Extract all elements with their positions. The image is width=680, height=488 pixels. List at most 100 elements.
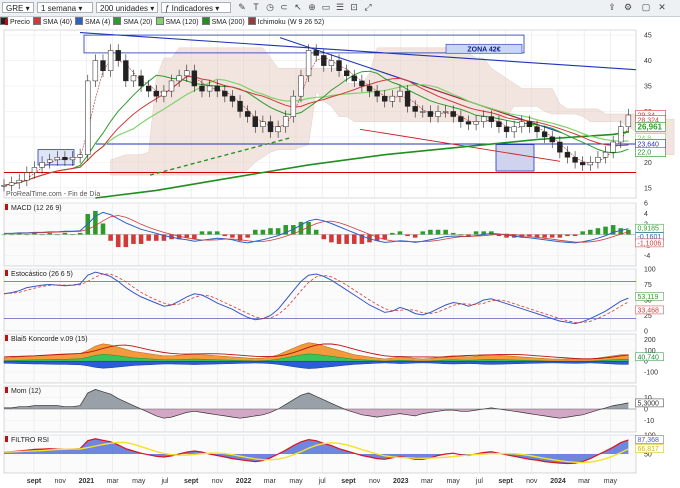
y-tick-label: -10 — [644, 418, 654, 425]
price-candle — [100, 60, 106, 71]
price-candle — [39, 162, 45, 168]
price-candle — [351, 75, 357, 82]
price-candle — [161, 90, 167, 97]
price-candle — [382, 95, 388, 102]
price-candle — [130, 75, 137, 82]
x-tick-label: nov — [212, 478, 224, 485]
price-candle — [313, 50, 319, 56]
price-candle — [359, 80, 365, 87]
price-candle — [176, 75, 182, 82]
indicator-value-label: 0,9185 — [638, 226, 660, 233]
price-candle — [328, 60, 335, 66]
macd-histogram-bar — [443, 229, 448, 235]
macd-histogram-bar — [24, 234, 30, 236]
price-candle — [69, 157, 76, 161]
macd-histogram-bar — [230, 234, 235, 238]
macd-histogram-bar — [62, 232, 68, 235]
price-candle — [8, 182, 15, 186]
indicator-value-label: 66,817 — [638, 446, 660, 453]
price-candle — [229, 95, 236, 102]
x-tick-label: 2021 — [79, 478, 95, 485]
price-candle — [123, 60, 129, 82]
macd-histogram-bar — [115, 234, 121, 248]
x-tick-label: jul — [160, 478, 168, 485]
price-candle — [85, 80, 91, 155]
panel-toggle-icon — [5, 270, 8, 276]
price-candle — [283, 116, 289, 127]
macd-histogram-bar — [154, 234, 159, 241]
y-tick-label: 200 — [644, 337, 656, 344]
panel-title: FILTRO RSI — [11, 437, 49, 444]
macd-histogram-bar — [146, 234, 151, 241]
macd-histogram-bar — [199, 231, 205, 235]
price-candle — [420, 111, 426, 113]
price-candle — [222, 90, 228, 97]
price-candle — [473, 121, 479, 125]
price-candle — [625, 114, 632, 127]
macd-histogram-bar — [382, 234, 388, 240]
price-candle — [191, 70, 198, 87]
price-candle — [572, 157, 578, 163]
price-candle — [138, 75, 144, 87]
price-candle — [184, 70, 190, 77]
macd-histogram-bar — [306, 221, 311, 235]
macd-histogram-bar — [549, 234, 555, 238]
y-tick-label: 75 — [644, 282, 652, 289]
macd-histogram-bar — [603, 226, 608, 235]
x-tick-label: 2022 — [236, 478, 252, 485]
panel-toggle-icon — [5, 436, 8, 442]
price-candle — [580, 162, 586, 166]
consolidation-box — [495, 144, 535, 172]
macd-histogram-bar — [260, 229, 266, 235]
price-candle — [244, 111, 251, 117]
x-tick-label: nov — [369, 478, 381, 485]
y-tick-label: 4 — [644, 211, 648, 218]
price-candle — [343, 70, 350, 77]
macd-histogram-bar — [435, 229, 441, 235]
price-candle — [77, 154, 83, 158]
x-tick-label: mar — [578, 478, 591, 485]
price-candle — [62, 157, 68, 161]
price-candle — [412, 106, 418, 112]
macd-histogram-bar — [450, 232, 456, 235]
price-candle — [496, 121, 502, 127]
macd-histogram-bar — [428, 229, 433, 235]
chart-canvas: sept nov 2021 mar may jul sept nov 2022 mar may jul… — [1, 19, 675, 485]
macd-histogram-bar — [207, 231, 212, 235]
macd-histogram-bar — [466, 234, 471, 237]
y-tick-label: 6 — [644, 201, 648, 208]
x-tick-label: jul — [475, 478, 483, 485]
y-tick-label: 35 — [644, 84, 652, 91]
macd-histogram-bar — [572, 234, 578, 237]
price-value-label: 26,961 — [638, 122, 663, 131]
indicator-value-label: 53,119 — [638, 294, 659, 301]
watermark: ProRealTime.com - Fin de Día — [6, 191, 100, 198]
macd-histogram-bar — [458, 234, 464, 236]
panel-toggle-icon — [5, 204, 8, 210]
macd-histogram-bar — [397, 231, 403, 235]
x-tick-label: mar — [264, 478, 277, 485]
y-tick-label: 15 — [644, 185, 652, 192]
panel-title: Blai5 Koncorde v.09 (15) — [11, 336, 88, 343]
x-tick-label: mar — [421, 478, 434, 485]
macd-histogram-bar — [123, 234, 129, 248]
x-tick-label: sept — [184, 478, 199, 485]
price-candle — [16, 179, 22, 183]
panel-title: Estocástico (26 6 5) — [11, 271, 73, 278]
macd-histogram-bar — [351, 234, 357, 244]
x-tick-label: may — [447, 478, 461, 485]
price-candle — [564, 151, 571, 158]
price-candle — [503, 126, 510, 133]
macd-histogram-bar — [405, 234, 410, 237]
y-tick-label: 45 — [644, 33, 652, 40]
price-candle — [481, 116, 487, 122]
price-candle — [397, 90, 403, 97]
price-candle — [435, 111, 441, 117]
price-candle — [290, 95, 297, 117]
macd-histogram-bar — [557, 234, 563, 238]
indicator-value-label: 87,368 — [638, 437, 660, 444]
macd-histogram-bar — [580, 231, 585, 235]
macd-histogram-bar — [412, 234, 418, 238]
x-tick-label: 2023 — [393, 478, 409, 485]
macd-histogram-bar — [420, 231, 426, 235]
